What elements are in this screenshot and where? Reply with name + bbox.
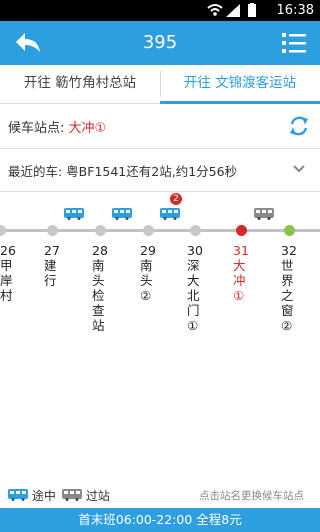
refresh-icon[interactable]	[288, 115, 310, 137]
stop-dot	[95, 225, 106, 236]
stop-name: 深大北门①	[187, 258, 200, 333]
legend-en-route-label: 途中	[31, 489, 56, 503]
stop-number: 26	[0, 243, 16, 258]
stop-number: 31	[233, 243, 249, 258]
bus-en-route-icon	[8, 489, 28, 501]
chevron-down-icon[interactable]	[292, 163, 306, 175]
tab-direction-wenjindu[interactable]: 开往 文锦渡客运站	[160, 65, 320, 104]
stop-dot	[0, 225, 6, 236]
signal-icon	[226, 4, 240, 17]
route-title: 395	[142, 32, 178, 53]
stop-name: 大冲①	[233, 258, 246, 303]
waiting-stop-label: 候车站点: 大冲①	[8, 117, 106, 136]
route-diagram: 2 26 甲岸村 27 建行 28 南头检查站 29 南头② 30 深大北门① …	[0, 192, 320, 482]
bus-en-route-icon	[112, 208, 132, 220]
bus-passed-icon	[62, 489, 82, 501]
status-time: 16:38	[276, 3, 314, 18]
nearest-bus-text: 最近的车: 粤BF1541还有2站,约1分56秒	[8, 164, 238, 179]
stop-number: 32	[281, 243, 297, 258]
stop-name: 建行	[44, 258, 57, 288]
menu-list-icon[interactable]	[282, 30, 306, 56]
stop-dot	[47, 225, 58, 236]
status-icons	[207, 3, 256, 17]
legend-passed: 过站	[62, 487, 110, 504]
bus-en-route-icon	[64, 208, 84, 220]
change-stop-hint: 点击站名更换候车站点	[199, 490, 304, 502]
tab-label: 开往 文锦渡客运站	[183, 75, 297, 91]
stop-number: 28	[92, 243, 108, 258]
stop-number: 30	[187, 243, 203, 258]
legend-passed-label: 过站	[85, 489, 110, 503]
waiting-stop-name: 大冲①	[68, 121, 107, 136]
stop-name: 南头检查站	[92, 258, 105, 333]
stop-name: 南头②	[140, 258, 153, 303]
direction-tabs: 开往 簕竹角村总站 开往 文锦渡客运站	[0, 65, 320, 104]
bus-passed-icon	[254, 208, 274, 220]
legend-bar: 途中 过站 点击站名更换候车站点	[0, 482, 320, 508]
stop-dot	[236, 225, 247, 236]
status-bar: 16:38	[0, 0, 320, 21]
legend-en-route: 途中	[8, 487, 56, 504]
stop-number: 27	[44, 243, 60, 258]
battery-icon	[248, 3, 256, 17]
fare-footer: 首末班06:00-22:00 全程8元	[0, 508, 320, 532]
wifi-icon	[207, 4, 223, 16]
stop-name: 世界之窗②	[281, 258, 294, 333]
waiting-stop-row: 候车站点: 大冲①	[0, 104, 320, 149]
nearest-bus-row[interactable]: 最近的车: 粤BF1541还有2站,约1分56秒	[0, 149, 320, 192]
app-header: 395	[0, 21, 320, 65]
stop-dot	[190, 225, 201, 236]
waiting-stop-caption: 候车站点:	[8, 121, 65, 136]
stop-number: 29	[140, 243, 156, 258]
stop-dot	[284, 225, 295, 236]
bus-en-route-icon	[160, 208, 180, 220]
stop-name: 甲岸村	[0, 258, 13, 303]
tab-direction-lezhujiao[interactable]: 开往 簕竹角村总站	[0, 65, 160, 103]
bus-count-badge: 2	[170, 193, 182, 205]
stop-dot	[143, 225, 154, 236]
